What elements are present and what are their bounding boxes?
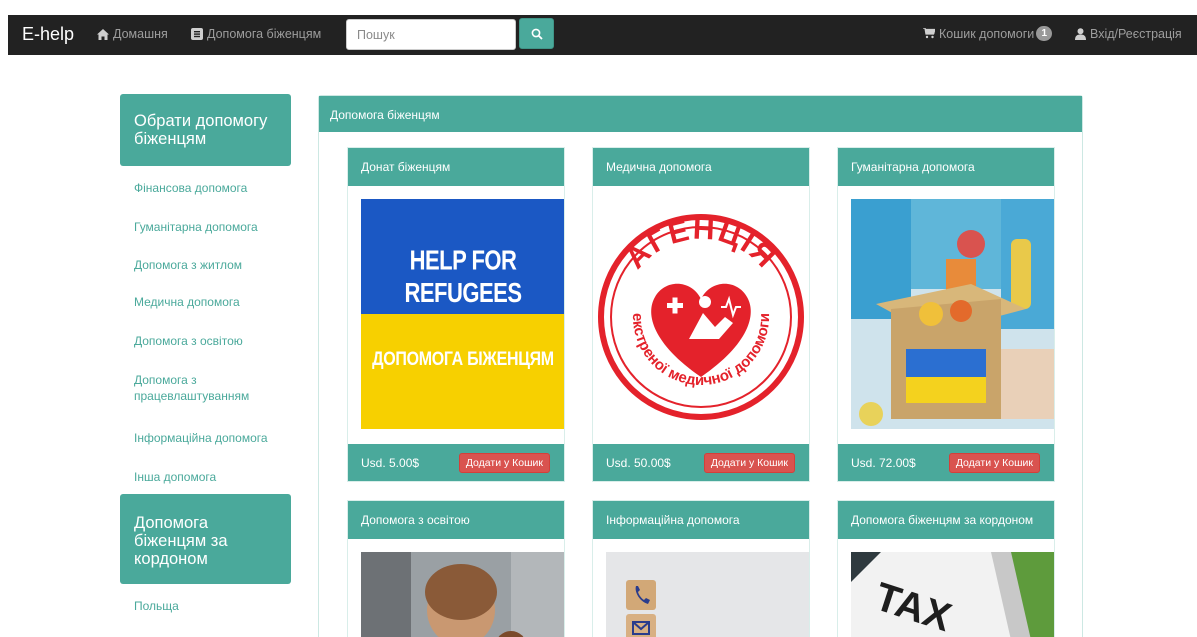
sidebar-item-housing[interactable]: Допомога з житлом xyxy=(134,257,284,273)
nav-login-label: Вхід/Реєстрація xyxy=(1090,27,1182,41)
product-card: Медична допомога АГЕНЦІЯ екстреної медич… xyxy=(592,147,810,482)
image-text-ukrainian: ДОПОМОГА БІЖЕНЦЯМ xyxy=(372,349,554,370)
card-footer: Usd. 72.00$ Додати у Кошик xyxy=(838,444,1054,481)
list-icon xyxy=(191,28,203,40)
product-card: Інформаційна допомога xyxy=(592,500,810,637)
nav-home-label: Домашня xyxy=(113,27,168,41)
card-image-abroad-tax[interactable]: TAX xyxy=(851,552,1054,637)
add-to-cart-button[interactable]: Додати у Кошик xyxy=(703,453,795,473)
sidebar-item-employment[interactable]: Допомога з працевлаштуванням xyxy=(134,372,264,404)
product-card: Донат біженцям HELP FOR REFUGEES ДОПОМОГ… xyxy=(347,147,565,482)
sidebar-item-information[interactable]: Інформаційна допомога xyxy=(134,430,284,446)
sidebar-item-poland[interactable]: Польща xyxy=(134,598,284,614)
home-icon xyxy=(97,28,109,40)
cart-count-badge: 1 xyxy=(1036,26,1053,41)
card-footer: Usd. 50.00$ Додати у Кошик xyxy=(593,444,809,481)
image-text-english: HELP FOR REFUGEES xyxy=(404,244,522,309)
sidebar-heading-choose-help: Обрати допомогу біженцям xyxy=(120,94,291,166)
nav-home[interactable]: Домашня xyxy=(97,27,168,41)
cart-icon xyxy=(923,28,935,39)
medical-agency-logo: АГЕНЦІЯ екстреної медичної допомоги xyxy=(598,213,804,420)
card-title: Допомога з освітою xyxy=(348,501,564,539)
card-footer: Usd. 5.00$ Додати у Кошик xyxy=(348,444,564,481)
information-photo xyxy=(606,552,809,637)
search-icon xyxy=(531,28,543,40)
card-image-humanitarian-box[interactable] xyxy=(851,199,1054,429)
card-price: Usd. 5.00$ xyxy=(361,456,420,470)
nav-login[interactable]: Вхід/Реєстрація xyxy=(1075,27,1182,41)
sidebar-item-other[interactable]: Інша допомога xyxy=(134,469,284,485)
humanitarian-box-photo xyxy=(851,199,1054,429)
nav-refugee-help-label: Допомога біженцям xyxy=(207,27,322,41)
sidebar-item-education[interactable]: Допомога з освітою xyxy=(134,333,284,349)
add-to-cart-button[interactable]: Додати у Кошик xyxy=(948,453,1040,473)
sidebar-item-medical[interactable]: Медична допомога xyxy=(134,294,284,310)
card-title: Донат біженцям xyxy=(348,148,564,186)
card-price: Usd. 50.00$ xyxy=(606,456,671,470)
card-title: Гуманітарна допомога xyxy=(838,148,1054,186)
card-image-help-for-refugees[interactable]: HELP FOR REFUGEES ДОПОМОГА БІЖЕНЦЯМ xyxy=(361,199,564,429)
search-button[interactable] xyxy=(519,18,554,49)
sidebar-heading-abroad: Допомога біженцям за кордоном xyxy=(120,494,291,584)
user-icon xyxy=(1075,28,1086,40)
search-input[interactable] xyxy=(346,19,516,50)
card-image-information[interactable] xyxy=(606,552,809,637)
card-image-medical-agency-logo[interactable]: АГЕНЦІЯ екстреної медичної допомоги xyxy=(593,199,809,429)
product-card: Гуманітарна допомога Usd. 72.00$ Додати … xyxy=(837,147,1055,482)
card-title: Медична допомога xyxy=(593,148,809,186)
card-price: Usd. 72.00$ xyxy=(851,456,916,470)
navbar: E-help Домашня Допомога біженцям Кошик д… xyxy=(8,15,1197,55)
product-card: Допомога з освітою xyxy=(347,500,565,637)
brand-logo[interactable]: E-help xyxy=(22,24,74,45)
nav-cart[interactable]: Кошик допомоги 1 xyxy=(923,26,1053,41)
nav-cart-label: Кошик допомоги xyxy=(939,26,1035,41)
card-title: Інформаційна допомога xyxy=(593,501,809,539)
tax-photo: TAX xyxy=(851,552,1054,637)
product-card: Допомога біженцям за кордоном TAX xyxy=(837,500,1055,637)
card-title: Допомога біженцям за кордоном xyxy=(838,501,1054,539)
card-image-education[interactable] xyxy=(361,552,564,637)
main-panel-title: Допомога біженцям xyxy=(319,96,1082,132)
flag-yellow-stripe xyxy=(361,314,564,429)
add-to-cart-button[interactable]: Додати у Кошик xyxy=(458,453,550,473)
sidebar-item-humanitarian[interactable]: Гуманітарна допомога xyxy=(134,219,284,235)
nav-refugee-help[interactable]: Допомога біженцям xyxy=(191,27,321,41)
sidebar-item-financial[interactable]: Фінансова допомога xyxy=(134,180,284,196)
education-photo xyxy=(361,552,564,637)
